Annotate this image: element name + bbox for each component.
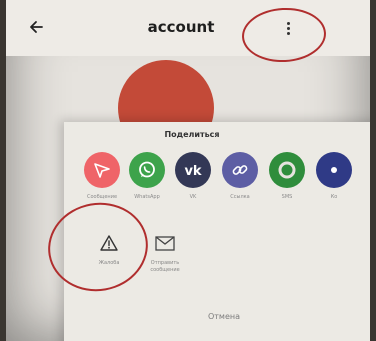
cancel-button[interactable]: Отмена [184,312,264,321]
share-circle [269,152,305,188]
share-label: WhatsApp [134,194,160,200]
share-label: Сообщение [86,194,118,200]
share-circle [222,152,258,188]
page-title: account [147,18,215,36]
envelope-icon [155,236,175,251]
phone-screen: account Поделиться Сообщение WhatsApp vk… [6,0,370,341]
whatsapp-icon [139,161,155,178]
share-target-more[interactable]: Ко [311,152,357,200]
share-circle: vk [175,152,211,188]
share-circle [316,152,352,188]
share-target-sms[interactable]: SMS [264,152,310,200]
share-target-vk[interactable]: vk VK [170,152,216,200]
share-target-message[interactable]: Сообщение [79,152,125,200]
share-target-link[interactable]: Ссылка [217,152,263,200]
share-sheet-title: Поделиться [164,130,220,139]
share-label: VK [189,194,197,200]
link-icon [232,165,248,175]
share-label: Ссылка [230,194,250,200]
share-circle [84,152,120,188]
sms-icon [278,161,296,179]
send-icon [94,163,110,178]
back-button[interactable] [28,18,44,38]
share-icon [331,167,337,173]
share-label: SMS [281,194,293,200]
svg-text:vk: vk [184,164,201,177]
arrow-left-icon [30,21,43,33]
send-message-label: Отправить сообщение [150,260,180,273]
share-label: Ко [330,194,338,200]
vk-icon: vk [184,164,201,177]
share-target-whatsapp[interactable]: WhatsApp [124,152,170,200]
share-circle [129,152,165,188]
